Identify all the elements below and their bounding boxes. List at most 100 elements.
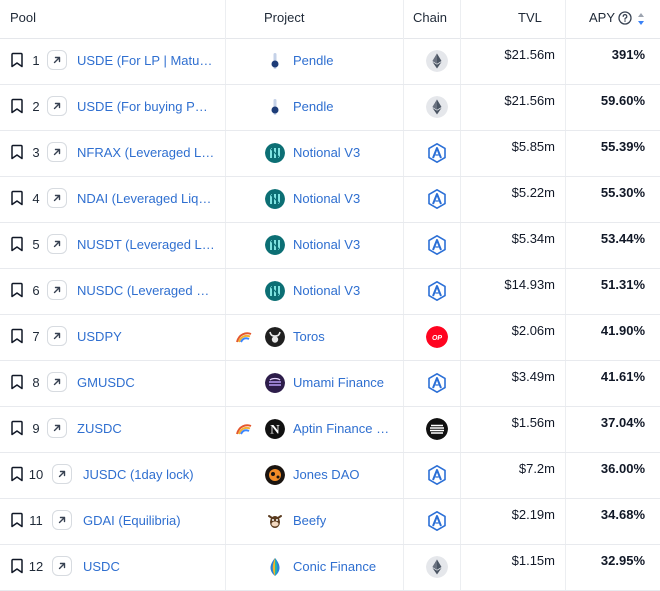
- notional-logo-icon: [265, 281, 285, 301]
- table-row[interactable]: 11 GDAI (Equilibria) Beefy $2.19m 34.68%: [0, 499, 660, 545]
- tvl-value: $21.56m: [504, 93, 555, 108]
- question-circle-icon[interactable]: [618, 11, 632, 25]
- bookmark-icon[interactable]: [10, 558, 24, 574]
- apy-value: 34.68%: [600, 507, 645, 522]
- bookmark-icon[interactable]: [10, 236, 24, 252]
- rank-number: 3: [32, 145, 40, 160]
- external-link-icon[interactable]: [47, 280, 67, 300]
- table-row[interactable]: 6 NUSDC (Leveraged Li… Notional V3 $14.9…: [0, 269, 660, 315]
- bookmark-icon[interactable]: [10, 328, 24, 344]
- tvl-value: $2.06m: [511, 323, 555, 338]
- column-header-pool[interactable]: Pool: [10, 0, 36, 38]
- pool-name-link[interactable]: USDE (For buying PT…: [77, 85, 215, 129]
- external-link-icon[interactable]: [52, 510, 72, 530]
- conic-logo-icon: [265, 557, 285, 577]
- pool-name-link[interactable]: USDC: [83, 545, 120, 589]
- table-row[interactable]: 4 NDAI (Leveraged Liq… Notional V3 $5.22…: [0, 177, 660, 223]
- bookmark-icon[interactable]: [10, 512, 24, 528]
- arbitrum-chain-icon[interactable]: [426, 372, 448, 394]
- apy-value: 55.39%: [600, 139, 645, 154]
- rank-number: 10: [28, 467, 44, 482]
- external-link-icon[interactable]: [47, 326, 67, 346]
- apy-value: 391%: [611, 47, 645, 62]
- column-header-tvl[interactable]: TVL: [518, 0, 542, 38]
- ethereum-chain-icon[interactable]: [426, 556, 448, 578]
- pool-name-link[interactable]: GDAI (Equilibria): [83, 499, 181, 543]
- tvl-value: $5.22m: [511, 185, 555, 200]
- arbitrum-chain-icon[interactable]: [426, 234, 448, 256]
- pool-name-link[interactable]: ZUSDC: [77, 407, 122, 451]
- pool-name-link[interactable]: JUSDC (1day lock): [83, 453, 194, 497]
- project-name-link[interactable]: Toros: [293, 315, 325, 359]
- external-link-icon[interactable]: [47, 142, 67, 162]
- apy-value: 32.95%: [600, 553, 645, 568]
- project-name-link[interactable]: Aptin Finance …: [293, 407, 389, 451]
- aptos-chain-icon[interactable]: [426, 418, 448, 440]
- table-row[interactable]: 3 NFRAX (Leveraged Li… Notional V3 $5.85…: [0, 131, 660, 177]
- pool-name-link[interactable]: USDE (For LP | Matu…: [77, 39, 212, 83]
- pool-name-link[interactable]: NDAI (Leveraged Liq…: [77, 177, 211, 221]
- bookmark-icon[interactable]: [10, 282, 24, 298]
- pool-name-link[interactable]: NUSDT (Leveraged Li…: [77, 223, 215, 267]
- project-name-link[interactable]: Notional V3: [293, 131, 360, 175]
- rainbow-icon: [236, 422, 252, 435]
- table-row[interactable]: 9 ZUSDC N Aptin Finance … $1.56m 37.04%: [0, 407, 660, 453]
- table-row[interactable]: 10 JUSDC (1day lock) Jones DAO $7.2m 36.…: [0, 453, 660, 499]
- aptin-logo-icon: N: [265, 419, 285, 439]
- table-header: Pool Project Chain TVL APY: [0, 0, 660, 39]
- arbitrum-chain-icon[interactable]: [426, 510, 448, 532]
- tvl-value: $5.34m: [511, 231, 555, 246]
- pool-name-link[interactable]: NUSDC (Leveraged Li…: [77, 269, 215, 313]
- column-header-apy[interactable]: APY: [589, 0, 615, 38]
- arbitrum-chain-icon[interactable]: [426, 142, 448, 164]
- table-row[interactable]: 1 USDE (For LP | Matu… Pendle $21.56m 39…: [0, 39, 660, 85]
- jones-logo-icon: [265, 465, 285, 485]
- project-name-link[interactable]: Umami Finance: [293, 361, 384, 405]
- project-name-link[interactable]: Notional V3: [293, 269, 360, 313]
- ethereum-chain-icon[interactable]: [426, 96, 448, 118]
- project-name-link[interactable]: Beefy: [293, 499, 326, 543]
- arbitrum-chain-icon[interactable]: [426, 464, 448, 486]
- bookmark-icon[interactable]: [10, 466, 24, 482]
- pendle-logo-icon: [265, 97, 285, 117]
- apy-value: 36.00%: [600, 461, 645, 476]
- bookmark-icon[interactable]: [10, 374, 24, 390]
- external-link-icon[interactable]: [47, 188, 67, 208]
- external-link-icon[interactable]: [47, 372, 67, 392]
- arbitrum-chain-icon[interactable]: [426, 188, 448, 210]
- table-row[interactable]: 5 NUSDT (Leveraged Li… Notional V3 $5.34…: [0, 223, 660, 269]
- bookmark-icon[interactable]: [10, 144, 24, 160]
- optimism-chain-icon[interactable]: OP: [426, 326, 448, 348]
- pool-name-link[interactable]: USDPY: [77, 315, 122, 359]
- pool-name-link[interactable]: GMUSDC: [77, 361, 135, 405]
- table-row[interactable]: 7 USDPY Toros OP $2.06m 41.90%: [0, 315, 660, 361]
- column-header-project[interactable]: Project: [264, 0, 304, 38]
- project-name-link[interactable]: Notional V3: [293, 177, 360, 221]
- project-name-link[interactable]: Notional V3: [293, 223, 360, 267]
- bookmark-icon[interactable]: [10, 52, 24, 68]
- project-name-link[interactable]: Pendle: [293, 85, 333, 129]
- table-row[interactable]: 12 USDC Conic Finance $1.15m 32.95%: [0, 545, 660, 591]
- bookmark-icon[interactable]: [10, 98, 24, 114]
- ethereum-chain-icon[interactable]: [426, 50, 448, 72]
- bookmark-icon[interactable]: [10, 190, 24, 206]
- table-row[interactable]: 2 USDE (For buying PT… Pendle $21.56m 59…: [0, 85, 660, 131]
- sort-arrows-icon[interactable]: [637, 12, 645, 26]
- project-name-link[interactable]: Pendle: [293, 39, 333, 83]
- external-link-icon[interactable]: [47, 234, 67, 254]
- external-link-icon[interactable]: [47, 96, 67, 116]
- external-link-icon[interactable]: [52, 556, 72, 576]
- table-row[interactable]: 8 GMUSDC Umami Finance $3.49m 41.61%: [0, 361, 660, 407]
- external-link-icon[interactable]: [47, 50, 67, 70]
- apy-value: 55.30%: [600, 185, 645, 200]
- external-link-icon[interactable]: [52, 464, 72, 484]
- project-name-link[interactable]: Jones DAO: [293, 453, 359, 497]
- column-header-chain[interactable]: Chain: [413, 0, 447, 38]
- tvl-value: $5.85m: [511, 139, 555, 154]
- apy-value: 37.04%: [600, 415, 645, 430]
- project-name-link[interactable]: Conic Finance: [293, 545, 376, 589]
- external-link-icon[interactable]: [47, 418, 67, 438]
- bookmark-icon[interactable]: [10, 420, 24, 436]
- arbitrum-chain-icon[interactable]: [426, 280, 448, 302]
- pool-name-link[interactable]: NFRAX (Leveraged Li…: [77, 131, 215, 175]
